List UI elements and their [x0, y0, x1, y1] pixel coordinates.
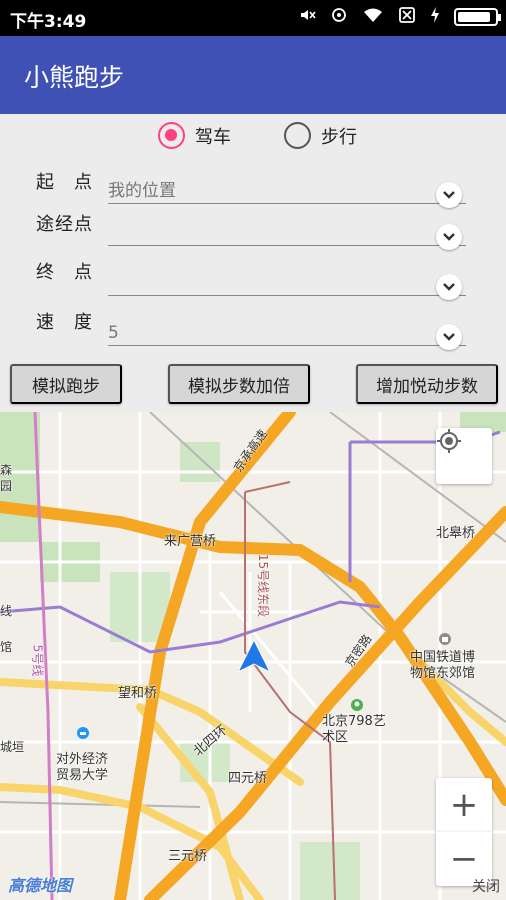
status-bar: 下午3:49: [0, 0, 506, 36]
map-close-link[interactable]: 关闭: [472, 876, 500, 896]
map-label-798-art-district: 北京798艺 术区: [322, 714, 386, 745]
radio-walk-label: 步行: [321, 126, 357, 148]
map-label-uibe: 对外经济 贸易大学: [56, 752, 109, 783]
mode-radio-group: 驾车 步行: [0, 122, 506, 154]
signal-icon: [330, 6, 348, 28]
start-value: 我的位置: [108, 181, 176, 201]
map-park-area: [180, 442, 220, 482]
map-label-railway-museum: 中国铁道博 物馆东郊馆: [410, 650, 476, 681]
map-label-beigao-bridge: 北皋桥: [436, 526, 476, 541]
map-park-area: [300, 842, 360, 900]
radio-drive[interactable]: 驾车: [158, 122, 231, 149]
speed-field[interactable]: 5: [108, 316, 466, 346]
end-dropdown-chevron-down-icon[interactable]: [436, 274, 462, 300]
speed-label: 速 度: [36, 312, 93, 333]
status-icons: [298, 6, 501, 28]
wifi-icon: [362, 6, 384, 28]
charging-icon: [430, 6, 440, 28]
radio-drive-indicator: [158, 122, 185, 149]
map-label-city-edge: 城垣: [0, 740, 25, 754]
status-time: 下午3:49: [10, 12, 87, 32]
map-label-line5: 5号线: [30, 644, 45, 677]
map-label-line15-east: 15号线东段: [256, 553, 271, 618]
waypoint-field[interactable]: [108, 216, 466, 246]
waypoint-dropdown-chevron-down-icon[interactable]: [436, 224, 462, 250]
waypoint-row: 途经点: [0, 210, 506, 250]
map-label-siyuan-bridge: 四元桥: [228, 771, 268, 786]
radio-walk[interactable]: 步行: [284, 122, 357, 149]
radio-walk-indicator: [284, 122, 311, 149]
zoom-in-button[interactable]: +: [436, 778, 492, 832]
battery-icon: [454, 8, 501, 26]
locate-me-button[interactable]: [436, 428, 492, 484]
map-label-olympic-forest: 森 园: [0, 463, 13, 493]
sim-off-icon: [398, 6, 416, 28]
speed-dropdown-chevron-down-icon[interactable]: [436, 324, 462, 350]
mute-icon: [298, 6, 316, 28]
radio-drive-label: 驾车: [195, 126, 231, 148]
add-yuedong-steps-button[interactable]: 增加悦动步数: [356, 364, 498, 404]
map-label-guan: 馆: [0, 640, 13, 654]
speed-value: 5: [108, 323, 119, 343]
app-bar: 小熊跑步: [0, 36, 506, 114]
map-label-sanyuan-bridge: 三元桥: [168, 849, 208, 864]
end-field[interactable]: [108, 266, 466, 296]
app-title: 小熊跑步: [24, 63, 125, 92]
start-dropdown-chevron-down-icon[interactable]: [436, 182, 462, 208]
end-label: 终 点: [36, 262, 93, 283]
start-row: 起 点 我的位置: [0, 168, 506, 208]
simulate-run-button[interactable]: 模拟跑步: [10, 364, 122, 404]
end-row: 终 点: [0, 258, 506, 300]
map-view[interactable]: 来广营桥 北皋桥 望和桥 北四环 四元桥 三元桥 北京798艺 术区 中国铁道博…: [0, 412, 506, 900]
map-label-wanghe-bridge: 望和桥: [118, 686, 158, 701]
waypoint-label: 途经点: [36, 214, 93, 235]
map-label-laiguangying-bridge: 来广营桥: [164, 534, 217, 549]
map-label-xian: 线: [0, 604, 13, 618]
speed-row: 速 度 5: [0, 308, 506, 350]
amap-logo: 高德地图: [8, 876, 73, 895]
start-label: 起 点: [36, 172, 93, 193]
start-field[interactable]: 我的位置: [108, 174, 466, 204]
double-steps-button[interactable]: 模拟步数加倍: [168, 364, 310, 404]
